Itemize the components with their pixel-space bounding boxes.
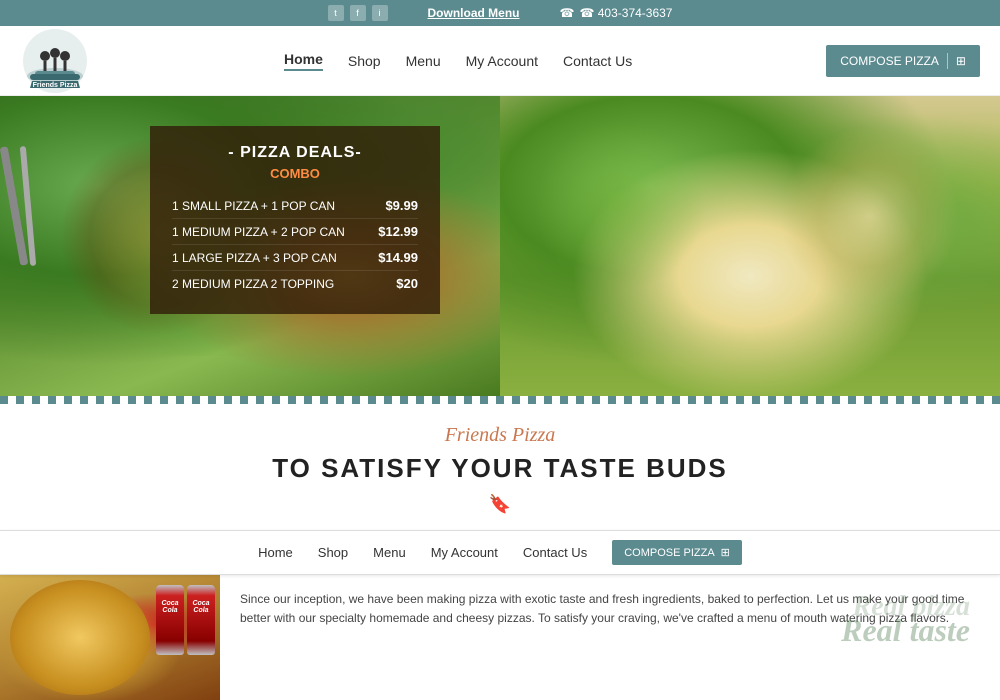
brand-script: Friends Pizza	[0, 424, 1000, 447]
deal-item-2: 1 MEDIUM PIZZA + 2 POP CAN $12.99	[172, 219, 418, 245]
bottom-nav-shop[interactable]: Shop	[318, 545, 348, 560]
compose-pizza-button[interactable]: COMPOSE PIZZA ⊞	[826, 45, 980, 77]
bottom-section: Home Shop Menu My Account Contact Us COM…	[0, 530, 1000, 700]
bottom-nav-menu[interactable]: Menu	[373, 545, 406, 560]
hero-right-image	[500, 96, 1000, 396]
deals-subtitle: COMBO	[172, 166, 418, 181]
bottom-compose-icon: ⊞	[721, 546, 730, 559]
coke-can-1: CocaCola	[156, 585, 184, 655]
bottom-nav-account[interactable]: My Account	[431, 545, 498, 560]
description-text: Since our inception, we have been making…	[240, 590, 980, 628]
decorative-edge	[0, 396, 1000, 404]
bottom-nav-home[interactable]: Home	[258, 545, 293, 560]
download-menu-link[interactable]: Download Menu	[428, 6, 520, 20]
nav-menu[interactable]: Menu	[406, 53, 441, 69]
twitter-icon[interactable]: t	[328, 5, 344, 21]
phone-icon: ☎	[560, 6, 575, 20]
bottom-compose-button[interactable]: COMPOSE PIZZA ⊞	[612, 540, 742, 565]
pizza-visual	[10, 580, 150, 695]
facebook-icon[interactable]: f	[350, 5, 366, 21]
svg-text:Friends Pizza: Friends Pizza	[33, 82, 78, 89]
bottom-description-section: Real pizza Real taste Since our inceptio…	[220, 580, 1000, 700]
nav-contact[interactable]: Contact Us	[563, 53, 632, 69]
bottom-nav-contact[interactable]: Contact Us	[523, 545, 587, 560]
instagram-icon[interactable]: i	[372, 5, 388, 21]
nav-bar: Friends Pizza Home Shop Menu My Account …	[0, 26, 1000, 96]
bookmark-icon: 🔖	[0, 494, 1000, 515]
deal-item-4: 2 MEDIUM PIZZA 2 TOPPING $20	[172, 271, 418, 296]
secondary-nav-bar: Home Shop Menu My Account Contact Us COM…	[0, 530, 1000, 575]
coke-cans: CocaCola CocaCola	[156, 585, 215, 655]
top-bar: t f i Download Menu ☎ ☎ 403-374-3637	[0, 0, 1000, 26]
social-links: t f i	[328, 5, 388, 21]
tagline-section: Friends Pizza TO SATISFY YOUR TASTE BUDS…	[0, 404, 1000, 530]
nav-home[interactable]: Home	[284, 51, 323, 71]
social-icons: t f i	[328, 5, 388, 21]
nav-links: Home Shop Menu My Account Contact Us	[284, 51, 632, 71]
tagline: TO SATISFY YOUR TASTE BUDS	[0, 453, 1000, 484]
pizza-image-section: CocaCola CocaCola	[0, 575, 220, 700]
coke-can-2: CocaCola	[187, 585, 215, 655]
divider	[947, 53, 948, 69]
hero-section: - PIZZA DEALS- COMBO 1 SMALL PIZZA + 1 P…	[0, 96, 1000, 396]
nav-account[interactable]: My Account	[466, 53, 538, 69]
deal-item-3: 1 LARGE PIZZA + 3 POP CAN $14.99	[172, 245, 418, 271]
pizza-deals-overlay: - PIZZA DEALS- COMBO 1 SMALL PIZZA + 1 P…	[150, 126, 440, 314]
nav-shop[interactable]: Shop	[348, 53, 381, 69]
compose-icon: ⊞	[956, 54, 966, 68]
deals-title: - PIZZA DEALS-	[172, 144, 418, 162]
logo: Friends Pizza	[20, 26, 90, 96]
logo-image: Friends Pizza	[20, 26, 90, 96]
deal-item-1: 1 SMALL PIZZA + 1 POP CAN $9.99	[172, 193, 418, 219]
phone-number: ☎ ☎ 403-374-3637	[560, 6, 673, 20]
